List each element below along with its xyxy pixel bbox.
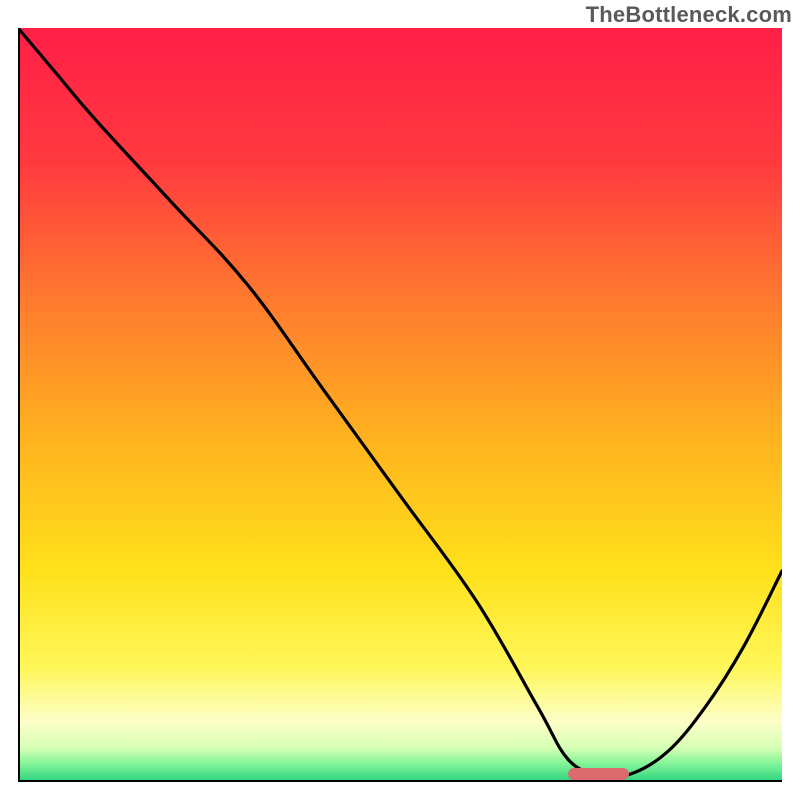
watermark-text: TheBottleneck.com [586,2,792,28]
chart-root: { "watermark": "TheBottleneck.com", "col… [0,0,800,800]
background-gradient [18,28,782,782]
optimal-range-marker [568,768,629,780]
plot-area [18,28,782,782]
